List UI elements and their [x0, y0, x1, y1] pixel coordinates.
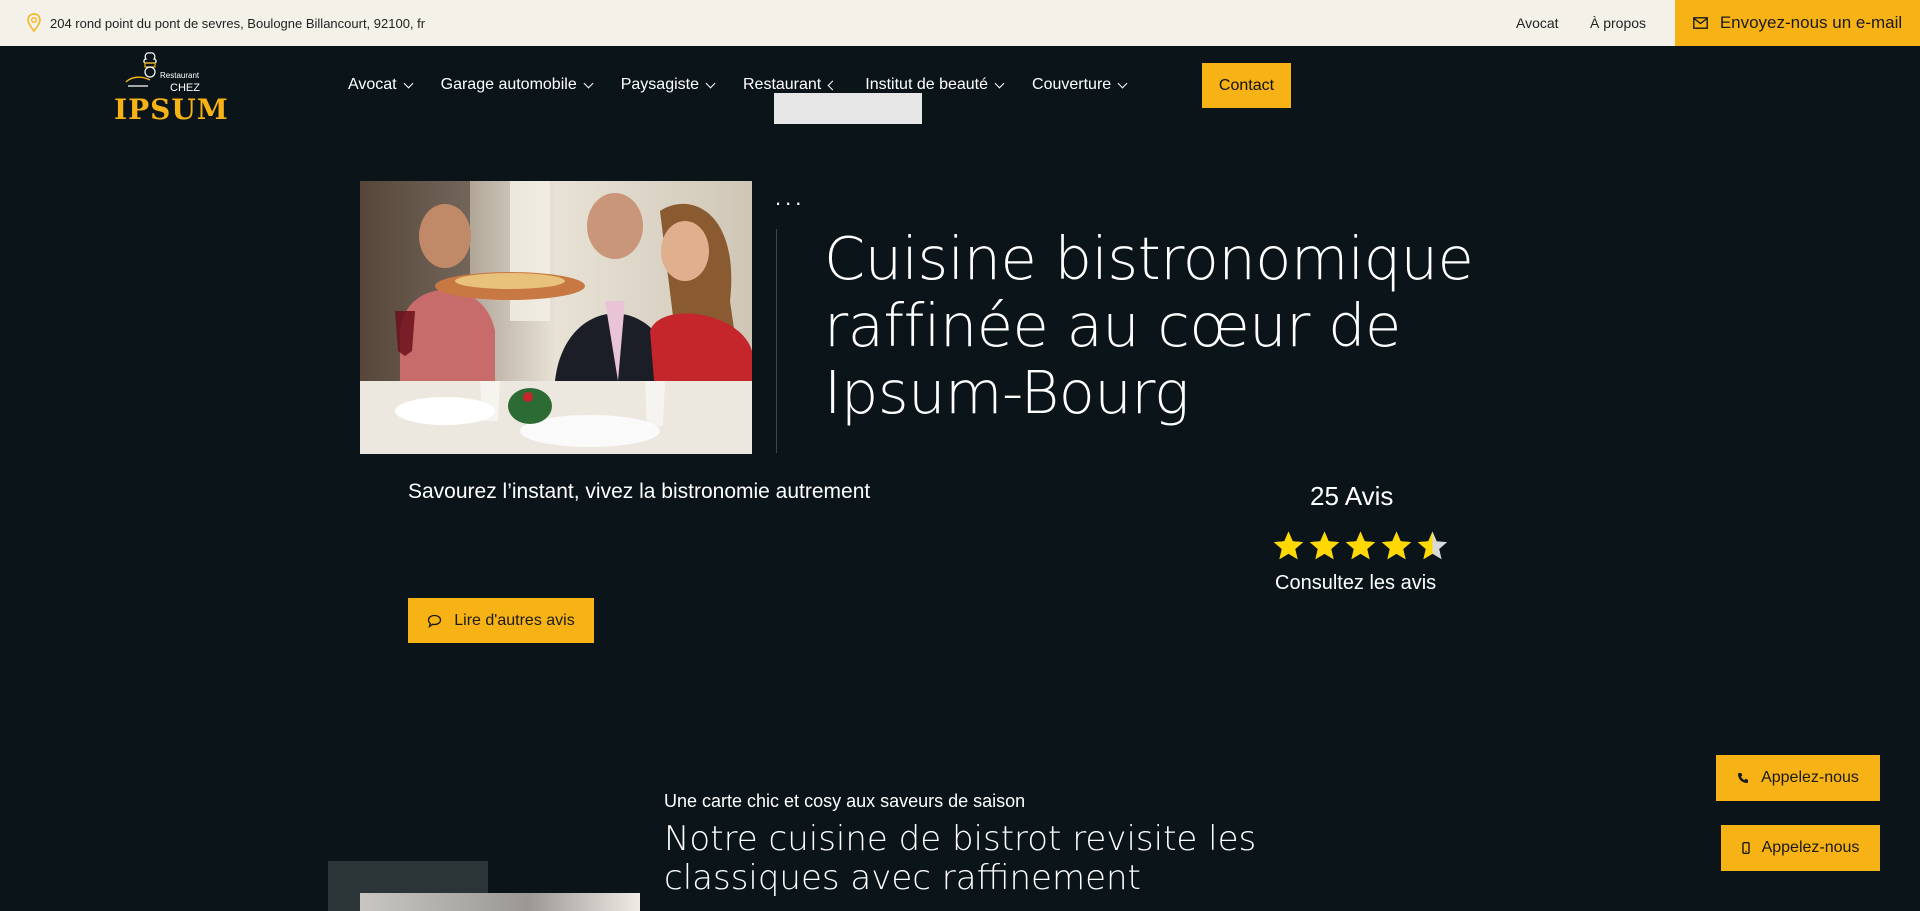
reviews-count: 25 Avis: [1310, 481, 1394, 511]
email-button-label: Envoyez-nous un e-mail: [1719, 13, 1903, 32]
main-nav: Avocat Garage automobile Paysagiste Rest…: [348, 76, 1155, 94]
nav-item-avocat[interactable]: Avocat: [348, 76, 414, 94]
contact-button[interactable]: Contact: [1202, 63, 1291, 108]
hero-title: Cuisine bistronomique raffinée au cœur d…: [824, 224, 1474, 427]
nav-item-garage[interactable]: Garage automobile: [440, 76, 594, 94]
chevron-down-icon: [705, 78, 716, 88]
nav-item-label: Restaurant: [742, 76, 822, 93]
nav-item-label: Paysagiste: [620, 76, 699, 93]
nav-item-institut[interactable]: Institut de beauté: [865, 76, 1005, 94]
chevron-down-icon: [994, 78, 1005, 88]
toplink-avocat[interactable]: Avocat: [1516, 15, 1559, 31]
star-icon: [1309, 531, 1340, 560]
restaurant-submenu[interactable]: [774, 93, 922, 124]
decorative-dots: ...: [775, 185, 806, 210]
phone-icon: [1738, 773, 1749, 783]
dining-photo: [360, 181, 752, 454]
section-kicker: Une carte chic et cosy aux saveurs de sa…: [664, 791, 1026, 811]
nav-item-couverture[interactable]: Couverture: [1032, 76, 1128, 94]
section-image: [360, 893, 640, 911]
hero-tagline: Savourez l’instant, vivez la bistronomie…: [408, 480, 871, 503]
call-mobile-button-label: Appelez-nous: [1761, 839, 1860, 856]
toplink-a-propos[interactable]: À propos: [1590, 15, 1646, 31]
nav-item-label: Garage automobile: [440, 76, 577, 93]
nav-item-label: Institut de beauté: [865, 76, 989, 93]
consult-reviews-link[interactable]: Consultez les avis: [1275, 572, 1436, 595]
star-icon: [1417, 531, 1448, 560]
logo[interactable]: Restaurant CHEZ IPSUM: [114, 50, 228, 126]
chat-bubble-icon: [428, 614, 442, 628]
logo-name: IPSUM: [114, 93, 229, 126]
email-button[interactable]: Envoyez-nous un e-mail: [1675, 0, 1920, 46]
address-text: 204 rond point du pont de sevres, Boulog…: [50, 15, 426, 31]
mail-icon: [1692, 17, 1708, 29]
address: 204 rond point du pont de sevres, Boulog…: [26, 13, 425, 33]
chevron-down-icon: [403, 78, 414, 88]
chevron-down-icon: [583, 78, 594, 88]
nav-item-restaurant[interactable]: Restaurant: [742, 76, 838, 94]
logo-line1: Restaurant: [160, 71, 200, 80]
nav-item-paysagiste[interactable]: Paysagiste: [620, 76, 716, 94]
star-icon: [1273, 531, 1304, 560]
divider: [776, 229, 777, 453]
call-button[interactable]: Appelez-nous: [1716, 755, 1880, 801]
chevron-left-icon: [827, 80, 838, 90]
hero-image: [360, 181, 752, 454]
nav-item-label: Couverture: [1032, 76, 1112, 93]
star-icon: [1345, 531, 1376, 560]
call-mobile-button[interactable]: Appelez-nous: [1721, 825, 1880, 871]
read-reviews-label: Lire d'autres avis: [454, 611, 575, 629]
location-pin-icon: [27, 13, 41, 33]
rating-stars[interactable]: [1272, 530, 1449, 563]
star-icon: [1381, 531, 1412, 560]
call-button-label: Appelez-nous: [1761, 769, 1859, 786]
read-reviews-button[interactable]: Lire d'autres avis: [408, 598, 594, 643]
section-title: Notre cuisine de bistrot revisite les cl…: [664, 819, 1257, 898]
chevron-down-icon: [1117, 78, 1128, 88]
mobile-phone-icon: [1741, 842, 1750, 854]
top-bar: 204 rond point du pont de sevres, Boulog…: [0, 0, 1920, 46]
nav-item-label: Avocat: [348, 76, 397, 93]
